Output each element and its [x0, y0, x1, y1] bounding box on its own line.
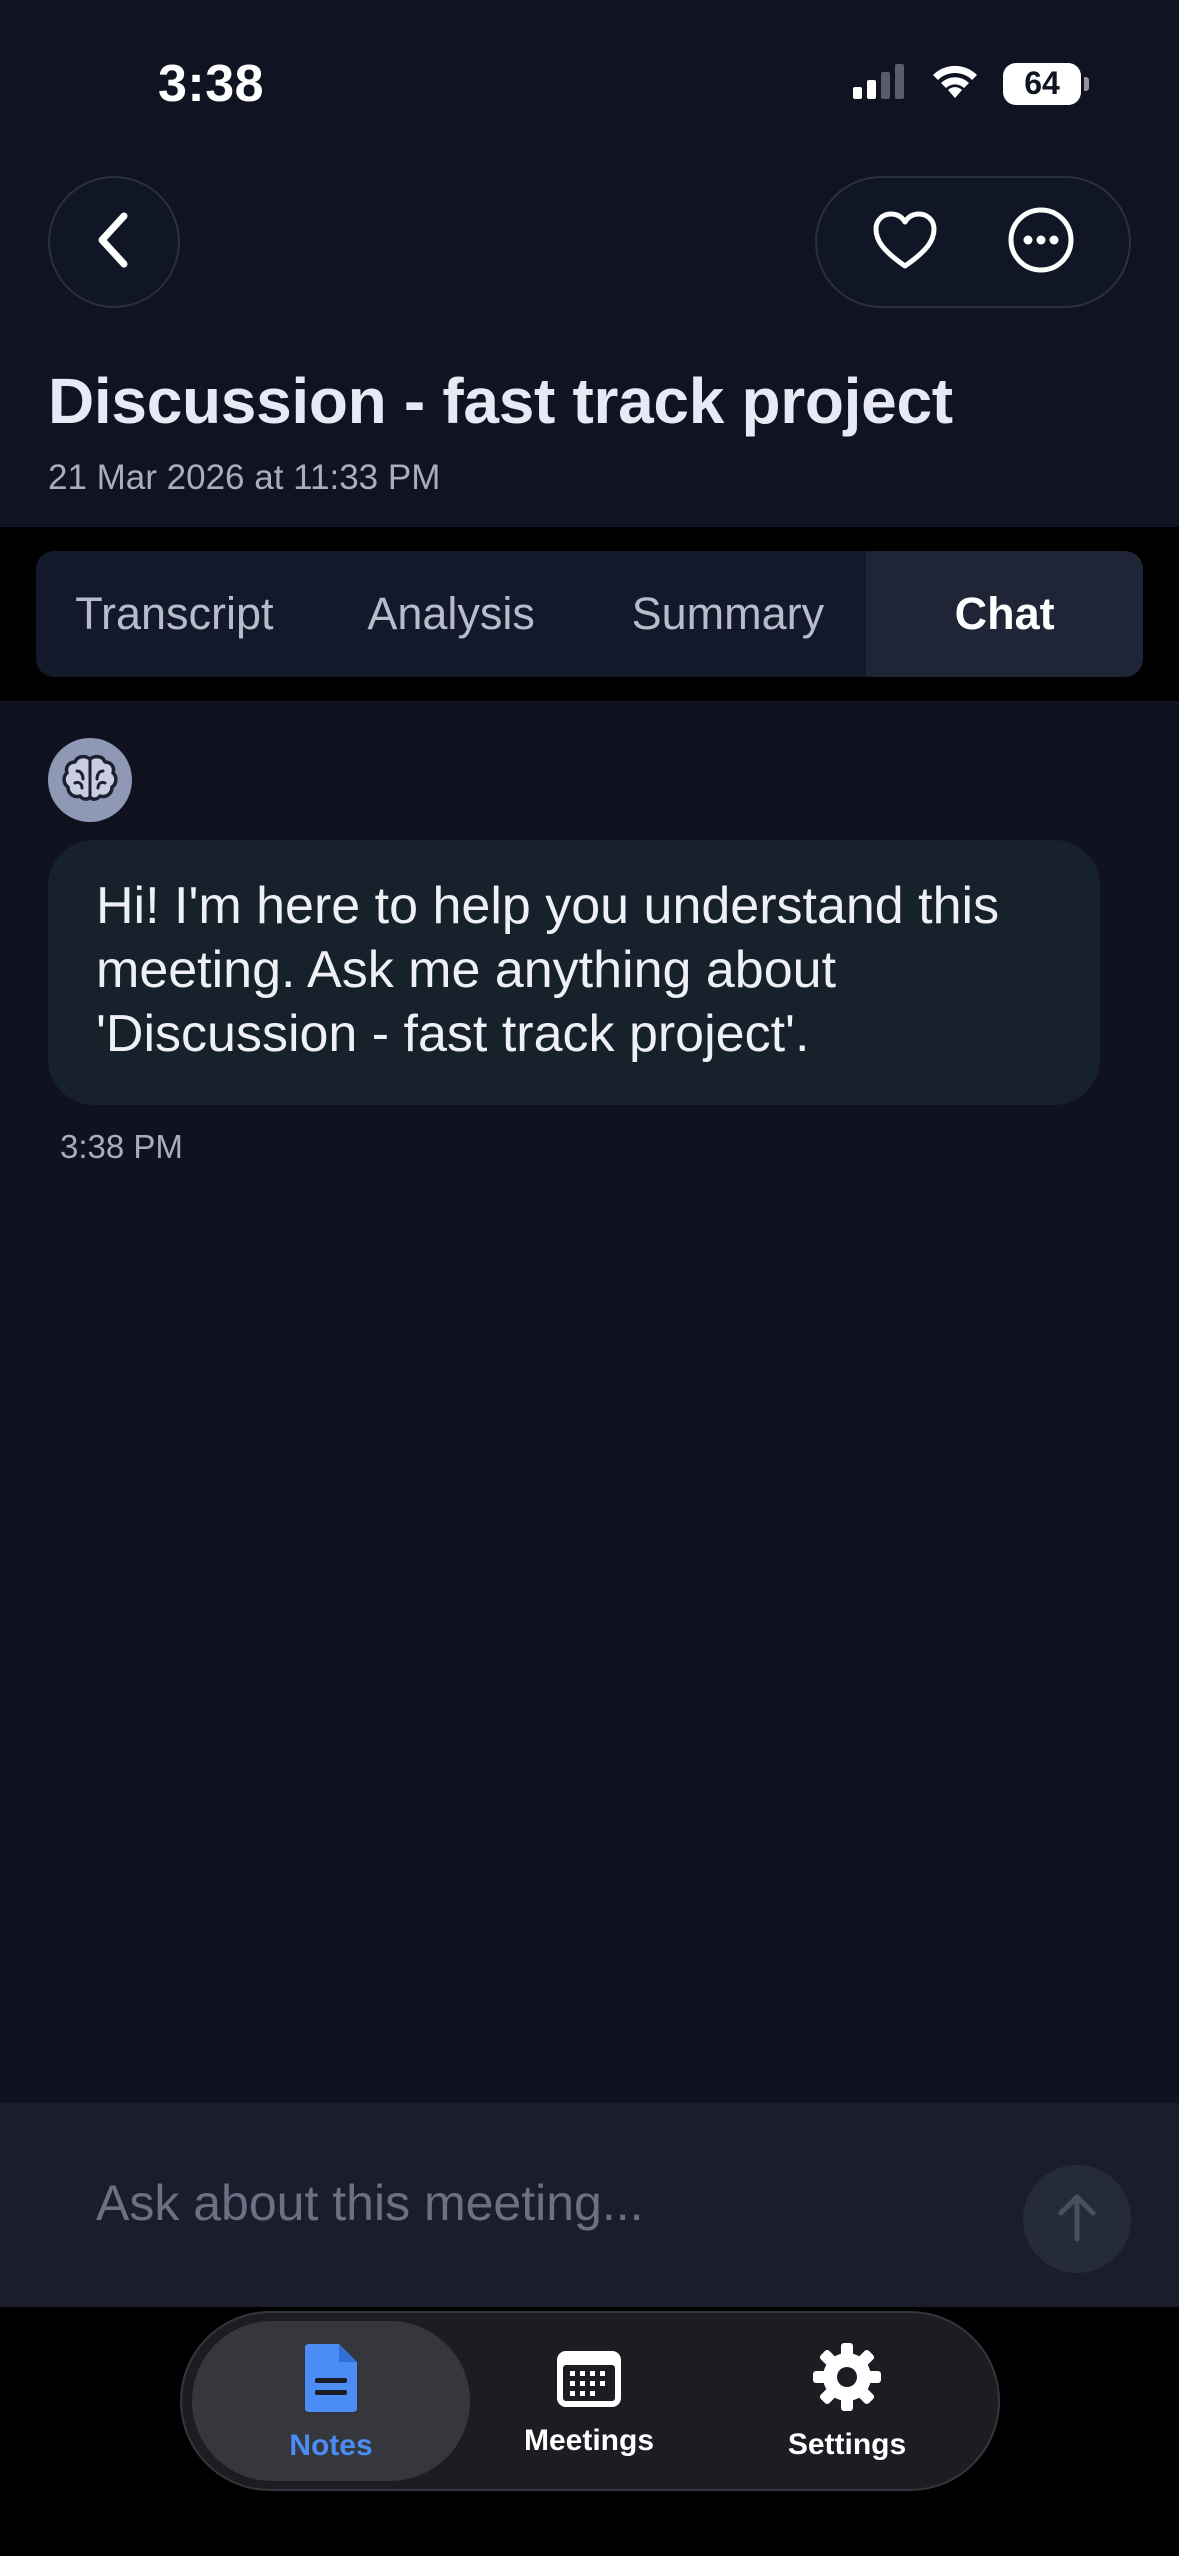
send-button[interactable]: [1023, 2165, 1131, 2273]
meeting-chat-screen: 3:38 64 Discussion - fast track project …: [0, 0, 1179, 2556]
battery-icon: 64: [1003, 62, 1089, 105]
nav-meetings[interactable]: Meetings: [450, 2321, 728, 2481]
battery-level: 64: [1024, 65, 1060, 101]
arrow-up-icon: [1053, 2191, 1101, 2248]
nav-settings[interactable]: Settings: [708, 2321, 986, 2481]
page-title: Discussion - fast track project: [48, 365, 953, 437]
brain-icon: [61, 753, 119, 808]
signal-icon: [853, 63, 907, 104]
gear-icon: [811, 2341, 883, 2418]
tab-analysis[interactable]: Analysis: [313, 551, 590, 677]
chevron-left-icon: [90, 210, 138, 275]
assistant-avatar: [48, 738, 132, 822]
status-icons: 64: [853, 62, 1089, 105]
back-button[interactable]: [48, 176, 180, 308]
tab-transcript[interactable]: Transcript: [36, 551, 313, 677]
nav-settings-label: Settings: [787, 2427, 907, 2461]
assistant-message-text: Hi! I'm here to help you understand this…: [96, 877, 1000, 1063]
assistant-message-bubble: Hi! I'm here to help you understand this…: [48, 840, 1100, 1105]
calendar-icon: [554, 2345, 624, 2414]
document-icon: [301, 2340, 361, 2419]
favorite-button[interactable]: [850, 187, 960, 297]
chat-input-placeholder[interactable]: Ask about this meeting...: [96, 2174, 644, 2232]
status-time: 3:38: [158, 55, 265, 113]
nav-meetings-label: Meetings: [523, 2423, 655, 2457]
more-icon: [1007, 206, 1075, 279]
message-timestamp: 3:38 PM: [60, 1128, 183, 1165]
tab-bar: Transcript Analysis Summary Chat: [36, 551, 1143, 677]
meeting-date: 21 Mar 2026 at 11:33 PM: [48, 458, 441, 497]
tab-summary[interactable]: Summary: [590, 551, 867, 677]
nav-notes-label: Notes: [289, 2428, 373, 2462]
more-button[interactable]: [986, 187, 1096, 297]
tab-chat[interactable]: Chat: [866, 551, 1143, 677]
heart-icon: [872, 210, 938, 275]
wifi-icon: [929, 62, 981, 105]
nav-notes[interactable]: Notes: [192, 2321, 470, 2481]
actions-pill: [815, 176, 1131, 308]
